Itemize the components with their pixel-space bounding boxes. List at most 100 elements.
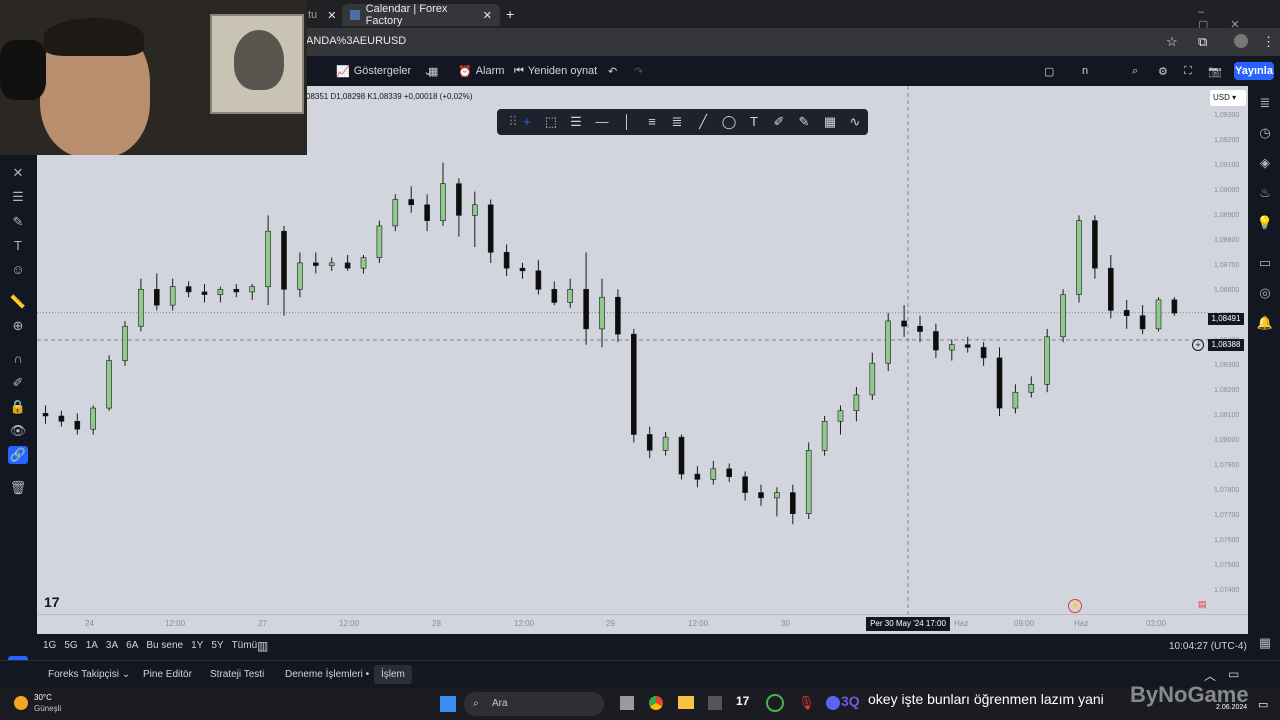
candlestick-chart[interactable] [37, 86, 1248, 614]
chrome-icon[interactable] [649, 696, 663, 710]
range-button-6[interactable]: 1Y [191, 640, 203, 651]
replay-button[interactable]: ⏮ Yeniden oynat [514, 62, 597, 80]
range-button-2[interactable]: 1A [86, 640, 98, 651]
lock-icon[interactable]: 🔒 [8, 398, 28, 416]
new-tab-icon[interactable]: + [506, 6, 514, 22]
tab-pine-editor[interactable]: Pine Editör [143, 669, 192, 680]
eye-icon[interactable]: 👁 [8, 422, 28, 440]
ruler-icon[interactable]: 📏 [8, 293, 28, 311]
redo-icon[interactable]: ↷ [634, 62, 643, 80]
weather-temp[interactable]: 30°C [34, 693, 52, 702]
browser-tab-forex-factory[interactable]: Calendar | Forex Factory ✕ [342, 3, 500, 27]
range-button-7[interactable]: 5Y [211, 640, 223, 651]
undo-icon[interactable]: ↶ [608, 62, 617, 80]
notifications-bell-icon[interactable]: 🔔 [1256, 314, 1274, 332]
calendar-icon[interactable]: ▦ [1256, 634, 1274, 652]
range-button-4[interactable]: 6A [126, 640, 138, 651]
trash-icon[interactable]: 🗑 [8, 479, 28, 497]
ellipse-icon[interactable]: ◯ [720, 113, 738, 131]
watchlist-icon[interactable]: ≣ [1256, 94, 1274, 112]
date-range-icon[interactable]: ▥ [257, 639, 268, 653]
layouts-icon[interactable]: ▦ [428, 62, 438, 80]
mic-icon[interactable]: 🎙 [798, 695, 815, 711]
camera-icon[interactable]: 📷 [1208, 62, 1222, 80]
magnet-icon[interactable]: ∩ [8, 350, 28, 368]
stream-icon[interactable]: ◎ [1256, 284, 1274, 302]
ideas-bulb-icon[interactable]: 💡 [1256, 214, 1274, 232]
link-icon[interactable]: 🔗 [8, 446, 28, 464]
store-icon[interactable] [708, 696, 722, 710]
time-axis[interactable] [37, 614, 1248, 634]
menu-icon[interactable]: ⋮ [1262, 34, 1275, 50]
range-button-0[interactable]: 1G [43, 640, 56, 651]
alarm-icon: ⏰ [458, 65, 472, 78]
bookmark-star-icon[interactable]: ☆ [1166, 34, 1178, 50]
tab-forex-tracker[interactable]: Foreks Takipçisi ⌄ [48, 669, 130, 680]
emoji-tool-icon[interactable]: ☺ [8, 261, 28, 279]
grid-icon[interactable]: ▦ [821, 113, 839, 131]
zoom-in-icon[interactable]: ⊕ [8, 317, 28, 335]
fullscreen-box-icon[interactable]: ▢ [1044, 62, 1054, 80]
tab-trade[interactable]: İşlem [374, 665, 412, 684]
tradingview-logo[interactable]: 17 [44, 594, 60, 610]
discord-icon[interactable] [826, 696, 840, 710]
extensions-icon[interactable]: ⧉ [1198, 34, 1207, 50]
close-icon[interactable]: ✕ [483, 9, 492, 22]
tab-strategy-tester[interactable]: Strateji Testi [210, 669, 264, 680]
range-button-5[interactable]: Bu sene [146, 640, 183, 651]
parallel-lines-icon[interactable]: ☰ [567, 113, 585, 131]
price-tick: 1,09200 [1214, 137, 1240, 144]
taskbar-search[interactable]: ⌕ Ara [464, 692, 604, 716]
indicators-button[interactable]: 📈 Göstergeler ⌄ [336, 62, 432, 80]
maximize-panel-icon[interactable]: ▭ [1228, 667, 1239, 681]
quick-search-icon[interactable]: ⌕ [1132, 62, 1138, 80]
time-tick: 30 [781, 619, 790, 628]
pitchfork-icon[interactable]: ≣ [668, 113, 686, 131]
url-text[interactable]: ANDA%3AEURUSD [306, 35, 406, 47]
trendline-icon[interactable]: ╱ [694, 113, 712, 131]
pencil-lock-icon[interactable]: ✐ [8, 374, 28, 392]
highlighter-icon[interactable]: ✐ [770, 113, 788, 131]
rectangle-select-icon[interactable]: ⬚ [542, 113, 560, 131]
channel-icon[interactable]: ≡ [643, 113, 661, 131]
range-button-1[interactable]: 5G [64, 640, 77, 651]
fullscreen-icon[interactable]: ⛶ [1184, 62, 1192, 80]
currency-selector[interactable]: USD ▾ [1210, 90, 1246, 106]
tab-paper-trading[interactable]: Deneme İşlemleri • [285, 669, 369, 680]
add-alert-icon[interactable]: + [1192, 339, 1204, 351]
fib-tool-icon[interactable]: ☰ [8, 188, 28, 206]
windows-start-icon[interactable] [440, 696, 456, 712]
range-button-3[interactable]: 3A [106, 640, 118, 651]
profile-avatar[interactable] [1234, 34, 1248, 48]
brush-tool-icon[interactable]: ✎ [8, 213, 28, 231]
publish-button[interactable]: Yayınla [1234, 62, 1274, 80]
candle [948, 339, 955, 361]
event-lightning-icon[interactable]: ⚡ [1068, 599, 1082, 613]
horizontal-line-icon[interactable]: — [593, 113, 611, 131]
alerts-clock-icon[interactable]: ◷ [1256, 124, 1274, 142]
notification-icon[interactable]: ▭ [1258, 698, 1268, 711]
ohlc-legend: 08351 D1,08298 K1,08339 +0,00018 (+0,02%… [306, 92, 473, 101]
task-view-icon[interactable] [620, 696, 634, 710]
vertical-line-icon[interactable]: │ [618, 113, 636, 131]
crosshair-icon[interactable]: + [518, 113, 536, 131]
layers-icon[interactable]: ◈ [1256, 154, 1274, 172]
text-icon[interactable]: T [745, 113, 763, 131]
close-icon[interactable]: ✕ [327, 9, 336, 22]
wave-icon[interactable]: ∿ [846, 113, 864, 131]
pattern-tool-icon[interactable]: ✕ [8, 164, 28, 182]
tradingview-app-icon[interactable]: 17 [736, 694, 749, 708]
text-tool-icon[interactable]: T [8, 237, 28, 255]
brush-icon[interactable]: ✎ [795, 113, 813, 131]
settings-icon[interactable]: ⚙ [1158, 62, 1168, 80]
layout-name[interactable]: n [1082, 62, 1088, 80]
timezone-clock[interactable]: 10:04:27 (UTC-4) [1169, 641, 1247, 652]
hotlist-fire-icon[interactable]: ♨ [1256, 184, 1274, 202]
chart-canvas[interactable] [37, 86, 1248, 614]
alarm-button[interactable]: ⏰ Alarm [458, 62, 504, 80]
obs-icon[interactable] [766, 694, 784, 712]
file-explorer-icon[interactable] [678, 696, 694, 709]
chat-icon[interactable]: ▭ [1256, 254, 1274, 272]
economic-event-icon[interactable]: ▤ [1198, 599, 1210, 613]
range-button-8[interactable]: Tümü [232, 640, 258, 651]
